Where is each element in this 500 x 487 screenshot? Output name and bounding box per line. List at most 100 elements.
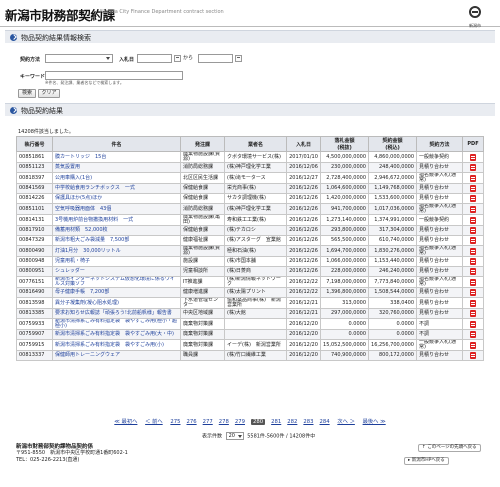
clear-button[interactable]: クリア <box>38 89 60 98</box>
item-name-cell[interactable]: 新潟市清掃系ごみ有料指定袋 袋やすごみ用(極小・超極小) <box>52 318 181 330</box>
pdf-cell[interactable] <box>462 162 484 173</box>
pdf-icon[interactable] <box>470 205 476 213</box>
item-name-cell[interactable]: 膜カートリッジ 15台 <box>52 151 181 163</box>
page-link[interactable]: 284 <box>320 419 330 425</box>
table-row[interactable]: 00800490 灯油1月分 30,000リットル 廃棄物施設課(資源) 極和石油(株… <box>16 245 484 257</box>
table-row[interactable]: 00800951 シュレッダー 児童相談所 (株)日菱商 2016/12/26 228,0… <box>16 266 484 277</box>
page-link[interactable]: 279 <box>235 419 245 425</box>
table-row[interactable]: 00816490 母子健康手帳 7,200部 健康増進課 (株)太陽プリント 2016/… <box>16 287 484 298</box>
table-row[interactable]: 00759933 新潟市清掃系ごみ有料指定袋 袋やすごみ用(極小・超極小) 廃棄物対… <box>16 318 484 330</box>
pdf-cell[interactable] <box>462 183 484 194</box>
next-page-link[interactable]: 次へ ＞ <box>337 417 355 425</box>
table-row[interactable]: 00817910 備蓄用材類 52,000枚 保健給食課 (株)テカロシ 2016/12… <box>16 225 484 236</box>
pdf-cell[interactable] <box>462 203 484 215</box>
pdf-icon[interactable] <box>470 174 476 182</box>
page-link[interactable]: 283 <box>303 419 313 425</box>
pdf-icon[interactable] <box>470 195 476 202</box>
item-name-cell[interactable]: 備蓄用材類 52,000枚 <box>52 225 181 236</box>
pdf-icon[interactable] <box>470 185 476 192</box>
pdf-cell[interactable] <box>462 256 484 267</box>
date-to-input[interactable] <box>198 54 233 63</box>
calendar-from-icon[interactable] <box>174 55 181 62</box>
pdf-icon[interactable] <box>470 227 476 234</box>
pdf-icon[interactable] <box>470 320 476 328</box>
pdf-icon[interactable] <box>470 216 476 224</box>
item-name-cell[interactable]: シュレッダー <box>52 266 181 277</box>
pdf-icon[interactable] <box>470 237 476 244</box>
item-name-cell[interactable]: 母子健康手帳 7,200部 <box>52 287 181 298</box>
table-row[interactable]: 00759907 新潟市清掃系ごみ有料指定袋 袋やすごみ用(大・中) 廃棄物対策課 2… <box>16 329 484 340</box>
keyword-input[interactable] <box>45 71 183 80</box>
date-from-input[interactable] <box>137 54 172 63</box>
page-link[interactable]: 282 <box>287 419 297 425</box>
item-name-cell[interactable]: 児童用机・椅子 <box>52 256 181 267</box>
pdf-cell[interactable] <box>462 193 484 204</box>
pdf-icon[interactable] <box>470 164 476 171</box>
pdf-cell[interactable] <box>462 214 484 226</box>
pdf-icon[interactable] <box>470 153 476 161</box>
table-row[interactable]: 00813385 要求お知らせ広報誌「頑張ろう!北前船帆様」報告書 中央区地域課 (株… <box>16 308 484 319</box>
item-name-cell[interactable]: 保健師用トレーニングウェア <box>52 350 181 361</box>
pdf-cell[interactable] <box>462 339 484 351</box>
item-name-cell[interactable]: 新潟市インターネットシステム仮想化環境に係るウイルス対策ソフ <box>52 276 181 288</box>
pdf-cell[interactable] <box>462 172 484 184</box>
table-row[interactable]: 00847329 新潟市粗大ごみ袋減量 7,500部 健康福祉課 (株)アスターグ 宣… <box>16 235 484 246</box>
method-select[interactable] <box>45 54 113 63</box>
item-name-cell[interactable]: 新潟市粗大ごみ袋減量 7,500部 <box>52 235 181 246</box>
item-name-cell[interactable]: 異分子凝集剤(凝心阻水処理) <box>52 297 181 309</box>
pdf-icon[interactable] <box>470 341 476 349</box>
pdf-icon[interactable] <box>470 247 476 255</box>
pdf-icon[interactable] <box>470 278 476 286</box>
item-name-cell[interactable]: 灯油1月分 30,000リットル <box>52 245 181 257</box>
prev-page-link[interactable]: ＜ 前へ <box>145 417 163 425</box>
table-row[interactable]: 00776151 新潟市インターネットシステム仮想化環境に係るウイルス対策ソフ IT… <box>16 276 484 288</box>
table-row[interactable]: 00813598 異分子凝集剤(凝心阻水処理) 下水道管理センター 協和薬品商事(株)… <box>16 297 484 309</box>
pdf-icon[interactable] <box>470 299 476 307</box>
search-button[interactable]: 検索 <box>18 89 36 98</box>
pdf-cell[interactable] <box>462 297 484 309</box>
pdf-cell[interactable] <box>462 266 484 277</box>
table-row[interactable]: 00800948 児童用机・椅子 施設課 (株)市国本舗 2016/12/26 1,066… <box>16 256 484 267</box>
pdf-cell[interactable] <box>462 329 484 340</box>
item-name-cell[interactable]: 新潟市清掃系ごみ有料指定袋 袋やすごみ用(小) <box>52 339 181 351</box>
page-link[interactable]: 280 <box>251 419 266 425</box>
item-name-cell[interactable]: 保護具ほか(5点)ほか <box>52 193 181 204</box>
item-name-cell[interactable]: 公用車購入(1台) <box>52 172 181 184</box>
pdf-icon[interactable] <box>470 352 476 359</box>
pdf-icon[interactable] <box>470 258 476 265</box>
table-row[interactable]: 00851861 膜カートリッジ 15台 廃棄物施設課(資源) クボタ環境サービス(株… <box>16 151 484 163</box>
item-name-cell[interactable]: 中学校給食用ランチボックス 一式 <box>52 183 181 194</box>
item-name-cell[interactable]: 新潟市清掃系ごみ有料指定袋 袋やすごみ用(大・中) <box>52 329 181 340</box>
page-link[interactable]: 277 <box>203 419 213 425</box>
pdf-cell[interactable] <box>462 318 484 330</box>
calendar-to-icon[interactable] <box>235 55 242 62</box>
table-row[interactable]: 00851123 蒸気設置用 消防局総務課 (株)神戸理化学工業 2016/12/06 2… <box>16 162 484 173</box>
table-row[interactable]: 00759915 新潟市清掃系ごみ有料指定袋 袋やすごみ用(小) 廃棄物対策課 イーデ… <box>16 339 484 351</box>
item-name-cell[interactable]: 空気呼吸器用面体 43個 <box>52 203 181 215</box>
item-name-cell[interactable]: 蒸気設置用 <box>52 162 181 173</box>
item-name-cell[interactable]: 3号機用炉前台物撤換用材料 一式 <box>52 214 181 226</box>
page-link[interactable]: 276 <box>187 419 197 425</box>
site-title[interactable]: 新潟市財務部契約課 <box>5 5 115 24</box>
pdf-cell[interactable] <box>462 151 484 163</box>
table-row[interactable]: 00814226 保護具ほか(5点)ほか 保健給食課 サカタ調理機(株) 2016/12… <box>16 193 484 204</box>
pdf-cell[interactable] <box>462 235 484 246</box>
table-row[interactable]: 00851101 空気呼吸器用面体 43個 消防局総務課 (株)神戸理化学工業 2016… <box>16 203 484 215</box>
pdf-icon[interactable] <box>470 310 476 317</box>
pdf-cell[interactable] <box>462 287 484 298</box>
pdf-cell[interactable] <box>462 308 484 319</box>
pdf-icon[interactable] <box>470 289 476 296</box>
pdf-cell[interactable] <box>462 350 484 361</box>
first-page-link[interactable]: ≪ 最初へ <box>114 417 137 425</box>
pdf-icon[interactable] <box>470 268 476 275</box>
item-name-cell[interactable]: 要求お知らせ広報誌「頑張ろう!北前船帆様」報告書 <box>52 308 181 319</box>
table-row[interactable]: 00814131 3号機用炉前台物撤換用材料 一式 廃棄物施設課(亀田) 寿和鉄工工業… <box>16 214 484 226</box>
pdf-cell[interactable] <box>462 245 484 257</box>
city-logo[interactable]: 新潟市 <box>455 3 495 28</box>
table-row[interactable]: 00841569 中学校給食用ランチボックス 一式 保健給食課 栄光商事(株) 2016… <box>16 183 484 194</box>
pdf-cell[interactable] <box>462 276 484 288</box>
table-row[interactable]: 00818397 公用車購入(1台) 北区区民生活課 (株)滝モータース 2016/12… <box>16 172 484 184</box>
page-link[interactable]: 281 <box>271 419 281 425</box>
pdf-icon[interactable] <box>470 331 476 338</box>
page-link[interactable]: 275 <box>170 419 180 425</box>
